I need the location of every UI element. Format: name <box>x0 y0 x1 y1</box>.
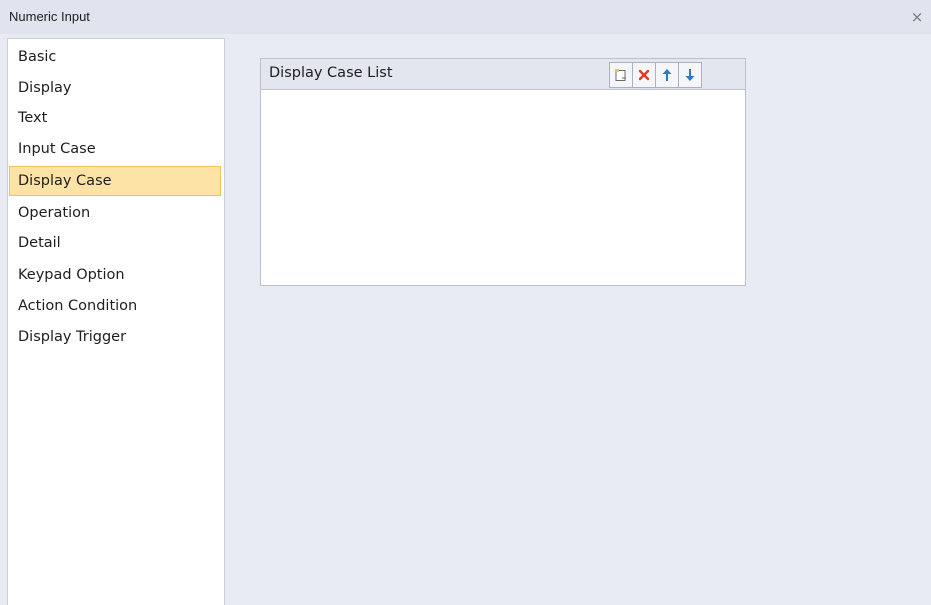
close-button[interactable]: × <box>908 8 926 26</box>
list-toolbar <box>609 62 702 88</box>
window-title: Numeric Input <box>9 9 90 24</box>
list-header: Display Case List <box>261 59 745 90</box>
display-case-list-panel: Display Case List <box>260 58 746 286</box>
sidebar-item-text[interactable]: Text <box>9 103 221 133</box>
sidebar-item-detail[interactable]: Detail <box>9 228 221 258</box>
sidebar-item-operation[interactable]: Operation <box>9 198 221 228</box>
sidebar-item-basic[interactable]: Basic <box>9 42 221 72</box>
move-up-button[interactable] <box>656 63 679 87</box>
sidebar-item-input-case[interactable]: Input Case <box>9 134 221 164</box>
sidebar-item-display-case[interactable]: Display Case <box>9 166 221 196</box>
category-sidebar: Basic Display Text Input Case Display Ca… <box>7 38 225 605</box>
sidebar-item-action-condition[interactable]: Action Condition <box>9 291 221 321</box>
sidebar-item-display[interactable]: Display <box>9 73 221 103</box>
sidebar-item-keypad-option[interactable]: Keypad Option <box>9 260 221 290</box>
title-bar: Numeric Input × <box>0 0 931 34</box>
delete-case-button[interactable] <box>633 63 656 87</box>
arrow-down-icon <box>685 69 695 81</box>
arrow-up-icon <box>662 69 672 81</box>
delete-icon <box>638 69 650 81</box>
sidebar-item-display-trigger[interactable]: Display Trigger <box>9 322 221 352</box>
display-case-list[interactable] <box>261 90 745 285</box>
list-title: Display Case List <box>269 65 393 81</box>
new-item-icon <box>615 69 626 81</box>
add-case-button[interactable] <box>610 63 633 87</box>
move-down-button[interactable] <box>679 63 701 87</box>
